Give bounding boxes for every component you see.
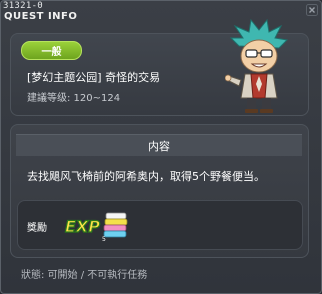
close-icon[interactable] xyxy=(306,4,318,16)
content-header: 内容 xyxy=(16,134,302,156)
reward-box xyxy=(17,200,303,250)
svg-text:5: 5 xyxy=(102,236,106,242)
exp-icon: EXP 5 xyxy=(64,212,128,242)
status-text: 狀態: 可開始 / 不可執行任務 xyxy=(21,270,148,281)
npc-portrait xyxy=(225,18,289,113)
quest-id: 31321-0 xyxy=(3,1,44,11)
quest-level: 建議等级: 120~124 xyxy=(27,93,121,104)
window-title: QUEST INFO xyxy=(4,11,78,22)
quest-description: 去找飓风飞椅前的阿希奥内，取得5个野餐便当。 xyxy=(27,170,265,183)
category-badge: 一般 xyxy=(21,41,82,60)
reward-label: 獎勵 xyxy=(27,223,47,234)
quest-name: [梦幻主题公园] 奇怪的交易 xyxy=(27,71,161,84)
exp-icon-text: EXP xyxy=(65,217,100,236)
